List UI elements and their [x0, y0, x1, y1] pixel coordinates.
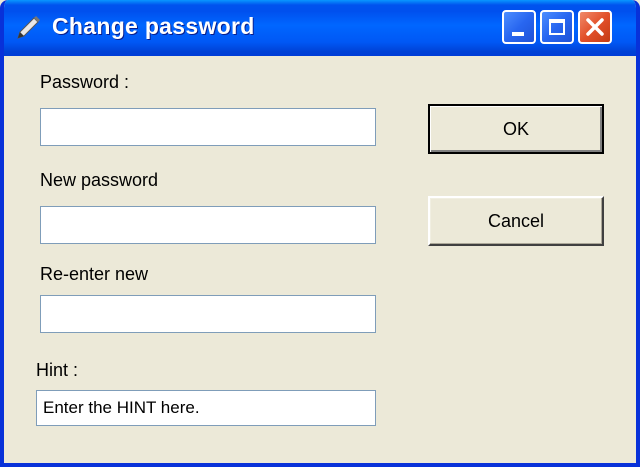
close-icon — [586, 18, 604, 36]
new-password-label: New password — [40, 170, 159, 190]
cancel-button[interactable]: Cancel — [428, 196, 604, 246]
reenter-password-label: Re-enter new — [40, 264, 149, 284]
password-field[interactable] — [40, 108, 376, 146]
close-button[interactable] — [578, 10, 612, 44]
hint-field[interactable] — [36, 390, 376, 426]
new-password-field[interactable] — [40, 206, 376, 244]
ok-button-label: OK — [502, 119, 529, 139]
title-bar[interactable]: Change password — [4, 0, 636, 56]
reenter-password-field[interactable] — [40, 295, 376, 333]
ok-button[interactable]: OK — [428, 104, 604, 154]
maximize-icon — [549, 19, 565, 35]
window-title: Change password — [52, 13, 255, 39]
pencil-icon — [17, 16, 40, 39]
password-label: Password : — [40, 72, 130, 92]
change-password-dialog: Change password Password : New password … — [0, 0, 640, 467]
minimize-icon — [512, 32, 524, 36]
maximize-button[interactable] — [540, 10, 574, 44]
cancel-button-label: Cancel — [487, 211, 545, 231]
minimize-button[interactable] — [502, 10, 536, 44]
hint-label: Hint : — [36, 360, 79, 380]
